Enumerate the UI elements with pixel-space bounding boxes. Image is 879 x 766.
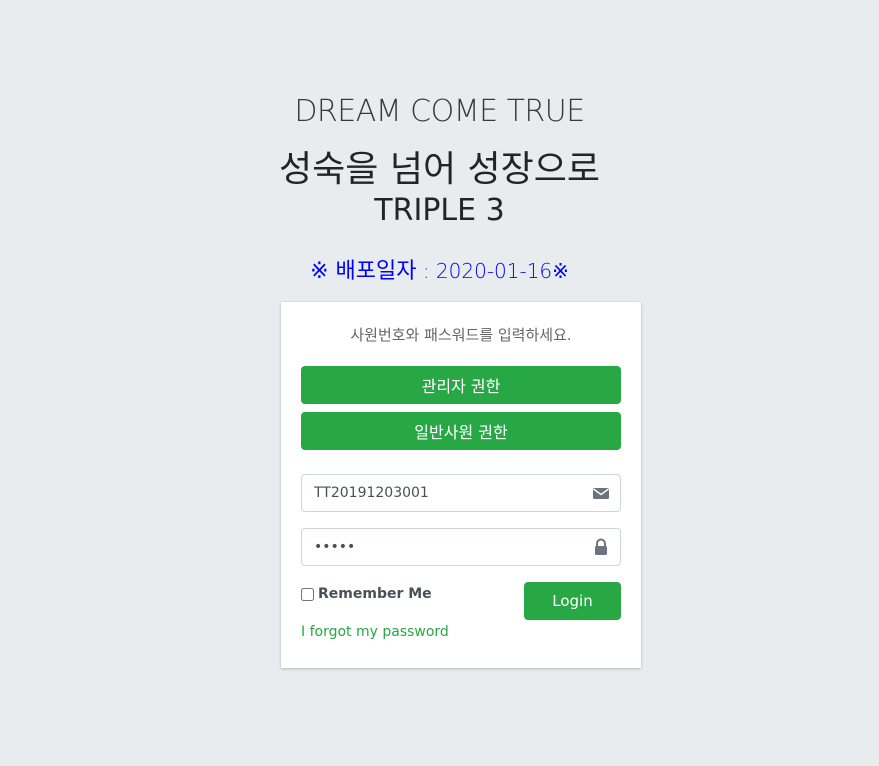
password-field xyxy=(301,528,621,566)
brand-title: TRIPLE 3 xyxy=(374,193,505,228)
username-field xyxy=(301,474,621,512)
deploy-separator: : xyxy=(416,259,436,283)
deploy-date-notice: ※ 배포일자 : 2020-01-16※ xyxy=(0,253,879,285)
deploy-date: 2020-01-16 xyxy=(435,259,553,283)
tagline: DREAM COME TRUE xyxy=(294,94,585,129)
login-page: DREAM COME TRUE 성숙을 넘어 성장으로 TRIPLE 3 ※ 배… xyxy=(0,0,879,766)
admin-role-button[interactable]: 관리자 권한 xyxy=(301,366,621,404)
login-instruction: 사원번호와 패스워드를 입력하세요. xyxy=(350,326,572,344)
password-input[interactable] xyxy=(302,529,582,565)
forgot-password-link[interactable]: I forgot my password xyxy=(301,624,449,640)
deploy-label: ※ 배포일자 xyxy=(310,259,417,284)
login-button[interactable]: Login xyxy=(524,582,621,620)
remember-me-checkbox[interactable] xyxy=(301,587,314,601)
username-input[interactable] xyxy=(302,475,582,511)
slogan: 성숙을 넘어 성장으로 xyxy=(279,149,600,190)
deploy-suffix: ※ xyxy=(552,259,569,283)
envelope-icon xyxy=(593,488,609,499)
remember-me-label: Remember Me xyxy=(318,586,432,602)
remember-me[interactable]: Remember Me xyxy=(301,586,432,602)
login-card: 사원번호와 패스워드를 입력하세요. 관리자 권한 일반사원 권한 Rememb… xyxy=(281,302,641,668)
staff-role-button[interactable]: 일반사원 권한 xyxy=(301,412,621,450)
lock-icon xyxy=(595,538,607,555)
